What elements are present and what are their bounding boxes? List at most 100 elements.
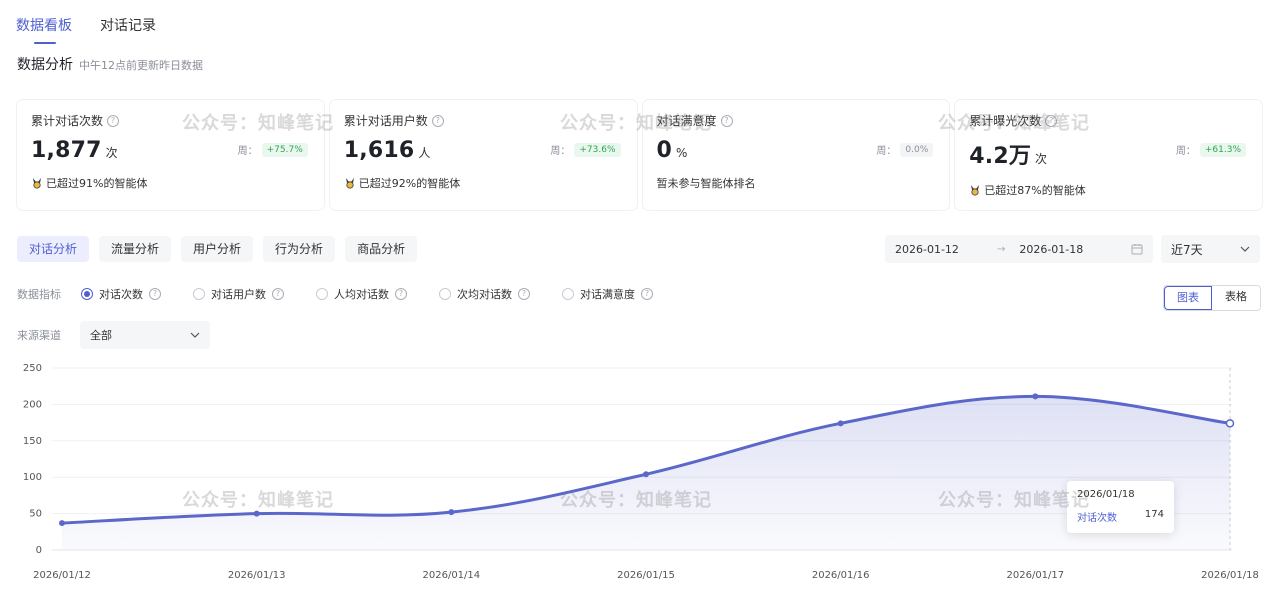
data-point[interactable]	[1225, 419, 1235, 428]
tab-user-analysis[interactable]: 用户分析	[181, 236, 254, 262]
kpi-label: 累计曝光次数?	[969, 112, 1248, 129]
y-tick-label: 200	[23, 399, 42, 410]
kpi-label: 对话满意度?	[657, 112, 936, 129]
range-preset-value: 近7天	[1171, 242, 1203, 257]
kpi-week-change: 周： +61.3%	[1176, 142, 1246, 157]
kpi-week-change: 周： 0.0%	[876, 142, 934, 157]
section-title: 数据分析	[17, 57, 73, 73]
source-value: 全部	[90, 329, 112, 342]
tooltip-date: 2026/01/18	[1077, 489, 1135, 500]
date-range-picker[interactable]: 2026-01-12 → 2026-01-18	[885, 235, 1153, 263]
metric-label: 数据指标	[17, 288, 61, 301]
tab-behavior-analysis[interactable]: 行为分析	[263, 236, 336, 262]
data-point[interactable]	[59, 520, 65, 527]
radio-chat-users[interactable]: 对话用户数?	[193, 286, 284, 302]
help-icon[interactable]: ?	[720, 114, 733, 127]
x-tick-label: 2026/01/18	[1201, 570, 1259, 581]
date-end[interactable]: 2026-01-18	[1019, 243, 1083, 256]
kpi-footer: 暂未参与智能体排名	[656, 177, 756, 190]
calendar-icon[interactable]	[1131, 243, 1143, 255]
y-tick-label: 250	[23, 363, 42, 374]
data-point[interactable]	[1032, 393, 1039, 400]
medal-icon	[33, 178, 41, 189]
date-start[interactable]: 2026-01-12	[895, 243, 959, 256]
help-icon[interactable]: ?	[641, 288, 653, 300]
kpi-week-change: 周： +75.7%	[238, 142, 308, 157]
y-tick-label: 0	[36, 545, 42, 556]
radio-button[interactable]	[439, 288, 451, 300]
arrow-right-icon: →	[996, 243, 1006, 255]
kpi-footer: 已超过91%的智能体	[31, 175, 310, 191]
kpi-value: 1,877	[31, 138, 102, 163]
kpi-unit: 次	[1035, 152, 1048, 166]
metric-selector: 数据指标 对话次数? 对话用户数? 人均对话数? 次均对话数? 对话满意度?	[17, 286, 685, 302]
kpi-footer: 已超过92%的智能体	[344, 175, 623, 191]
x-tick-label: 2026/01/16	[812, 570, 870, 581]
kpi-unit: 人	[418, 146, 431, 160]
change-badge: +73.6%	[574, 142, 621, 157]
section-subtitle: 中午12点前更新昨日数据	[79, 59, 203, 72]
kpi-unit: 次	[105, 146, 118, 160]
help-icon[interactable]: ?	[431, 114, 444, 127]
y-tick-label: 50	[29, 509, 42, 520]
source-select[interactable]: 全部	[80, 321, 210, 349]
data-point[interactable]	[253, 510, 260, 517]
y-tick-label: 100	[23, 472, 42, 483]
x-tick-label: 2026/01/15	[617, 570, 675, 581]
help-icon[interactable]: ?	[149, 288, 161, 300]
change-badge: +61.3%	[1199, 142, 1246, 157]
x-tick-label: 2026/01/13	[228, 570, 286, 581]
radio-button[interactable]	[562, 288, 574, 300]
data-point[interactable]	[837, 420, 844, 427]
y-tick-label: 150	[23, 436, 42, 447]
line-chart: 0 50 100 150 200 250 2026/01/12 2026/01/13 2026…	[23, 363, 1259, 581]
kpi-card-satisfaction: 对话满意度? 0% 周： 0.0% 暂未参与智能体排名	[642, 100, 950, 210]
radio-chat-count[interactable]: 对话次数?	[81, 286, 161, 302]
medal-icon	[971, 185, 980, 196]
help-icon[interactable]: ?	[518, 288, 530, 300]
data-point[interactable]	[448, 509, 455, 516]
help-icon[interactable]: ?	[272, 288, 284, 300]
source-label: 来源渠道	[17, 329, 61, 342]
source-filter: 来源渠道 全部	[17, 321, 210, 349]
kpi-week-change: 周： +73.6%	[550, 142, 621, 157]
x-tick-label: 2026/01/17	[1007, 570, 1065, 581]
top-tabs: 数据看板 对话记录	[16, 14, 156, 44]
radio-button[interactable]	[81, 288, 93, 300]
help-icon[interactable]: ?	[1045, 114, 1058, 127]
kpi-card-total-chats: 累计对话次数? 1,877 次 周： +75.7% 已超过91%的智能体	[17, 100, 324, 210]
tab-dashboard[interactable]: 数据看板	[16, 14, 72, 44]
kpi-cards: 累计对话次数? 1,877 次 周： +75.7% 已超过91%的智能体 累计对话用…	[17, 100, 1262, 210]
help-icon[interactable]: ?	[395, 288, 407, 300]
radio-button[interactable]	[316, 288, 328, 300]
tab-chat-analysis[interactable]: 对话分析	[17, 236, 90, 262]
kpi-label: 累计对话次数?	[31, 112, 310, 129]
data-point[interactable]	[643, 471, 649, 478]
kpi-unit: %	[676, 146, 688, 160]
kpi-value: 4.2万	[969, 144, 1032, 169]
radio-chats-per-user[interactable]: 人均对话数?	[316, 286, 407, 302]
analysis-tabs: 对话分析 流量分析 用户分析 行为分析 商品分析	[17, 236, 418, 262]
radio-chats-per-session[interactable]: 次均对话数?	[439, 286, 530, 302]
radio-satisfaction[interactable]: 对话满意度?	[562, 286, 653, 302]
view-toggle: 图表 表格	[1163, 285, 1261, 311]
table-view-button[interactable]: 表格	[1212, 286, 1260, 310]
change-badge: +75.7%	[261, 142, 308, 157]
chevron-down-icon	[190, 332, 200, 338]
kpi-card-total-users: 累计对话用户数? 1,616 人 周： +73.6% 已超过92%的智能体	[329, 100, 637, 210]
range-preset-select[interactable]: 近7天	[1161, 235, 1260, 263]
x-tick-label: 2026/01/14	[423, 570, 481, 581]
kpi-footer: 已超过87%的智能体	[969, 182, 1248, 198]
kpi-value: 1,616	[343, 138, 415, 163]
help-icon[interactable]: ?	[107, 114, 120, 127]
kpi-label: 累计对话用户数?	[344, 112, 623, 129]
radio-button[interactable]	[193, 288, 205, 300]
kpi-card-exposure: 累计曝光次数? 4.2万次 周： +61.3% 已超过87%的智能体	[955, 100, 1262, 210]
tab-traffic-analysis[interactable]: 流量分析	[99, 236, 172, 262]
chart-view-button[interactable]: 图表	[1164, 286, 1212, 310]
chevron-down-icon	[1240, 246, 1250, 252]
tab-chat-records[interactable]: 对话记录	[100, 14, 156, 40]
tab-product-analysis[interactable]: 商品分析	[345, 236, 418, 262]
medal-icon	[345, 178, 354, 189]
tooltip-series: 对话次数	[1077, 513, 1117, 524]
